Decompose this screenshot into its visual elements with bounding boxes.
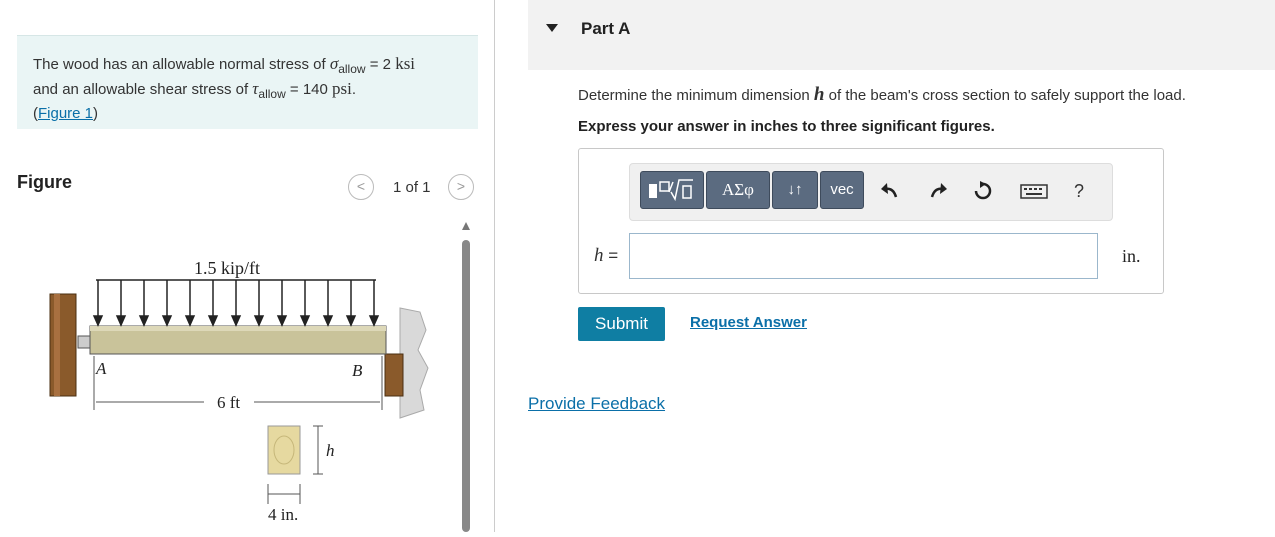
request-answer-link[interactable]: Request Answer xyxy=(690,314,807,331)
pager-text: 1 of 1 xyxy=(393,179,431,196)
answer-equals: = xyxy=(603,246,619,265)
part-header[interactable]: Part A xyxy=(528,0,1275,70)
math-toolbar: ΑΣφ ↓↑ vec ? xyxy=(629,163,1113,221)
answer-box: ΑΣφ ↓↑ vec ? h = in. xyxy=(578,148,1164,294)
greek-button[interactable]: ΑΣφ xyxy=(706,171,770,209)
figure-heading: Figure xyxy=(17,172,73,192)
arrows-button[interactable]: ↓↑ xyxy=(772,171,818,209)
cross-section xyxy=(267,425,301,475)
sigma-subscript: allow xyxy=(338,62,366,76)
submit-button[interactable]: Submit xyxy=(578,307,665,341)
answer-input[interactable] xyxy=(629,233,1098,279)
panel-divider xyxy=(494,0,495,532)
question-variable: h xyxy=(813,84,825,105)
sigma-value: = 2 xyxy=(365,56,396,73)
period: . xyxy=(351,81,357,98)
scroll-up-icon[interactable] xyxy=(462,222,470,230)
next-figure-button[interactable]: > xyxy=(448,174,474,200)
scroll-thumb[interactable] xyxy=(462,240,470,532)
templates-button[interactable] xyxy=(640,171,704,209)
sigma-symbol: σ xyxy=(329,54,339,73)
part-title: Part A xyxy=(581,19,631,38)
reset-icon[interactable] xyxy=(972,180,994,202)
question-prefix: Determine the minimum dimension xyxy=(578,87,814,104)
problem-statement: The wood has an allowable normal stress … xyxy=(17,35,478,129)
vector-button[interactable]: vec xyxy=(820,171,864,209)
beam-top xyxy=(90,326,386,331)
figure-link[interactable]: Figure 1 xyxy=(38,105,93,122)
undo-icon[interactable] xyxy=(878,180,900,202)
width-label: 4 in. xyxy=(268,505,298,524)
figure-pager: < 1 of 1 > xyxy=(348,174,478,200)
keyboard-icon[interactable] xyxy=(1020,180,1048,202)
left-panel: The wood has an allowable normal stress … xyxy=(0,0,495,532)
load-label: 1.5 kip/ft xyxy=(194,258,260,278)
point-a-label: A xyxy=(95,359,107,378)
beam-figure: 1.5 kip/ft A B 6 ft h 4 in. xyxy=(40,250,460,532)
figure-scrollbar[interactable] xyxy=(462,222,470,532)
point-b-label: B xyxy=(352,361,363,380)
sigma-unit: ksi xyxy=(395,54,416,73)
paren-close: ) xyxy=(93,105,99,122)
tau-value: = 140 xyxy=(285,81,333,98)
question-text: Determine the minimum dimension h of the… xyxy=(578,84,1186,106)
h-dimension-label: h xyxy=(326,441,335,460)
question-suffix: of the beam's cross section to safely su… xyxy=(824,87,1186,104)
problem-text-1: The wood has an allowable normal stress … xyxy=(33,56,330,73)
beam-diagram: 1.5 kip/ft A B 6 ft h 4 in. xyxy=(49,258,429,524)
redo-icon[interactable] xyxy=(928,180,950,202)
load-arrows xyxy=(92,280,380,327)
tau-subscript: allow xyxy=(258,87,286,101)
left-post-grain xyxy=(54,294,60,396)
left-post xyxy=(49,293,77,397)
provide-feedback-link[interactable]: Provide Feedback xyxy=(528,394,665,414)
answer-variable: h xyxy=(594,245,604,266)
answer-variable-label: h = xyxy=(594,245,618,267)
answer-unit: in. xyxy=(1122,246,1141,266)
instruction-text: Express your answer in inches to three s… xyxy=(578,118,995,135)
right-support xyxy=(384,353,404,397)
problem-text-2: and an allowable shear stress of xyxy=(33,81,253,98)
tau-unit: psi xyxy=(332,79,352,98)
help-icon[interactable]: ? xyxy=(1068,180,1090,202)
templates-icon xyxy=(649,179,693,202)
prev-figure-button[interactable]: < xyxy=(348,174,374,200)
right-wall xyxy=(399,307,429,419)
collapse-caret-icon[interactable] xyxy=(546,24,558,32)
span-label: 6 ft xyxy=(217,393,240,412)
